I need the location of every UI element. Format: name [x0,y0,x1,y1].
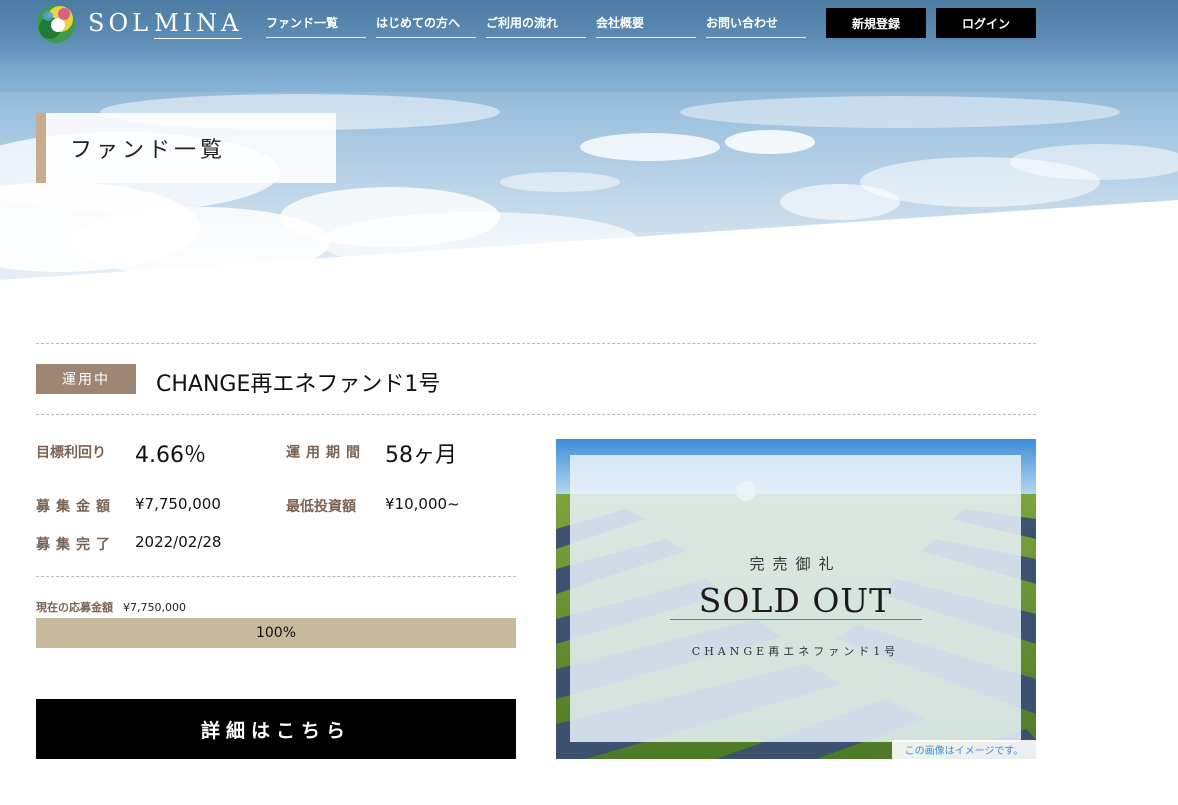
current-amount-row: 現在の応募金額 ¥7,750,000 [36,599,186,615]
progress-text: 100% [255,625,297,641]
hero-banner: SOL MINA ファンド一覧 はじめての方へ ご利用の流れ 会社概要 お問い合… [0,0,1178,290]
logo-mark-icon [37,5,75,43]
page-title-box: ファンド一覧 [36,113,336,183]
current-amount-value: ¥7,750,000 [123,601,186,614]
sold-out-jp: 完売御礼 [749,555,842,573]
progress-bar: 100% [36,618,516,648]
register-button[interactable]: 新規登録 [826,8,926,38]
min-invest-label: 最低投資額 [286,499,356,515]
logo-primary: SOL [88,9,153,37]
sold-out-rule [670,619,922,620]
current-amount-label: 現在の応募金額 [36,601,113,614]
login-button[interactable]: ログイン [936,8,1036,38]
nav-beginners[interactable]: はじめての方へ [376,10,476,38]
site-logo[interactable]: SOL MINA [36,4,243,44]
sold-out-fund-name: CHANGE再エネファンド1号 [691,645,900,658]
logo-secondary: MINA [154,9,243,39]
fund-name: CHANGE再エネファンド1号 [156,372,441,397]
detail-button[interactable]: 詳細はこちら [36,699,516,759]
site-header: SOL MINA ファンド一覧 はじめての方へ ご利用の流れ 会社概要 お問い合… [0,0,1178,52]
nav-flow[interactable]: ご利用の流れ [486,10,586,38]
main-nav: ファンド一覧 はじめての方へ ご利用の流れ 会社概要 お問い合わせ [266,10,816,38]
divider-progress [36,576,516,577]
min-invest-value: ¥10,000~ [385,495,460,513]
divider-top [36,343,1036,344]
nav-contact[interactable]: お問い合わせ [706,10,806,38]
page-title: ファンド一覧 [70,138,227,163]
sold-out-overlay: 完売御礼 SOLD OUT CHANGE再エネファンド1号 [570,455,1021,742]
fund-image[interactable]: 完売御礼 SOLD OUT CHANGE再エネファンド1号 [556,439,1036,759]
status-badge: 運用中 [36,364,136,394]
period-value: 58ヶ月 [385,443,457,468]
image-note: この画像はイメージです。 [892,740,1036,759]
nav-company[interactable]: 会社概要 [596,10,696,38]
nav-fund-list[interactable]: ファンド一覧 [266,10,366,38]
target-yield-label: 目標利回り [36,445,106,461]
raise-amount-label: 募集金額 [36,499,116,515]
raise-amount-value: ¥7,750,000 [135,495,221,513]
raise-end-label: 募集完了 [36,537,116,553]
sold-out-en: SOLD OUT [698,581,893,620]
period-label: 運用期間 [286,445,366,461]
divider-under-title [36,414,1036,415]
target-yield-value: 4.66％ [135,443,206,468]
raise-end-value: 2022/02/28 [135,533,222,551]
logo-wordmark: SOL MINA [88,9,243,39]
